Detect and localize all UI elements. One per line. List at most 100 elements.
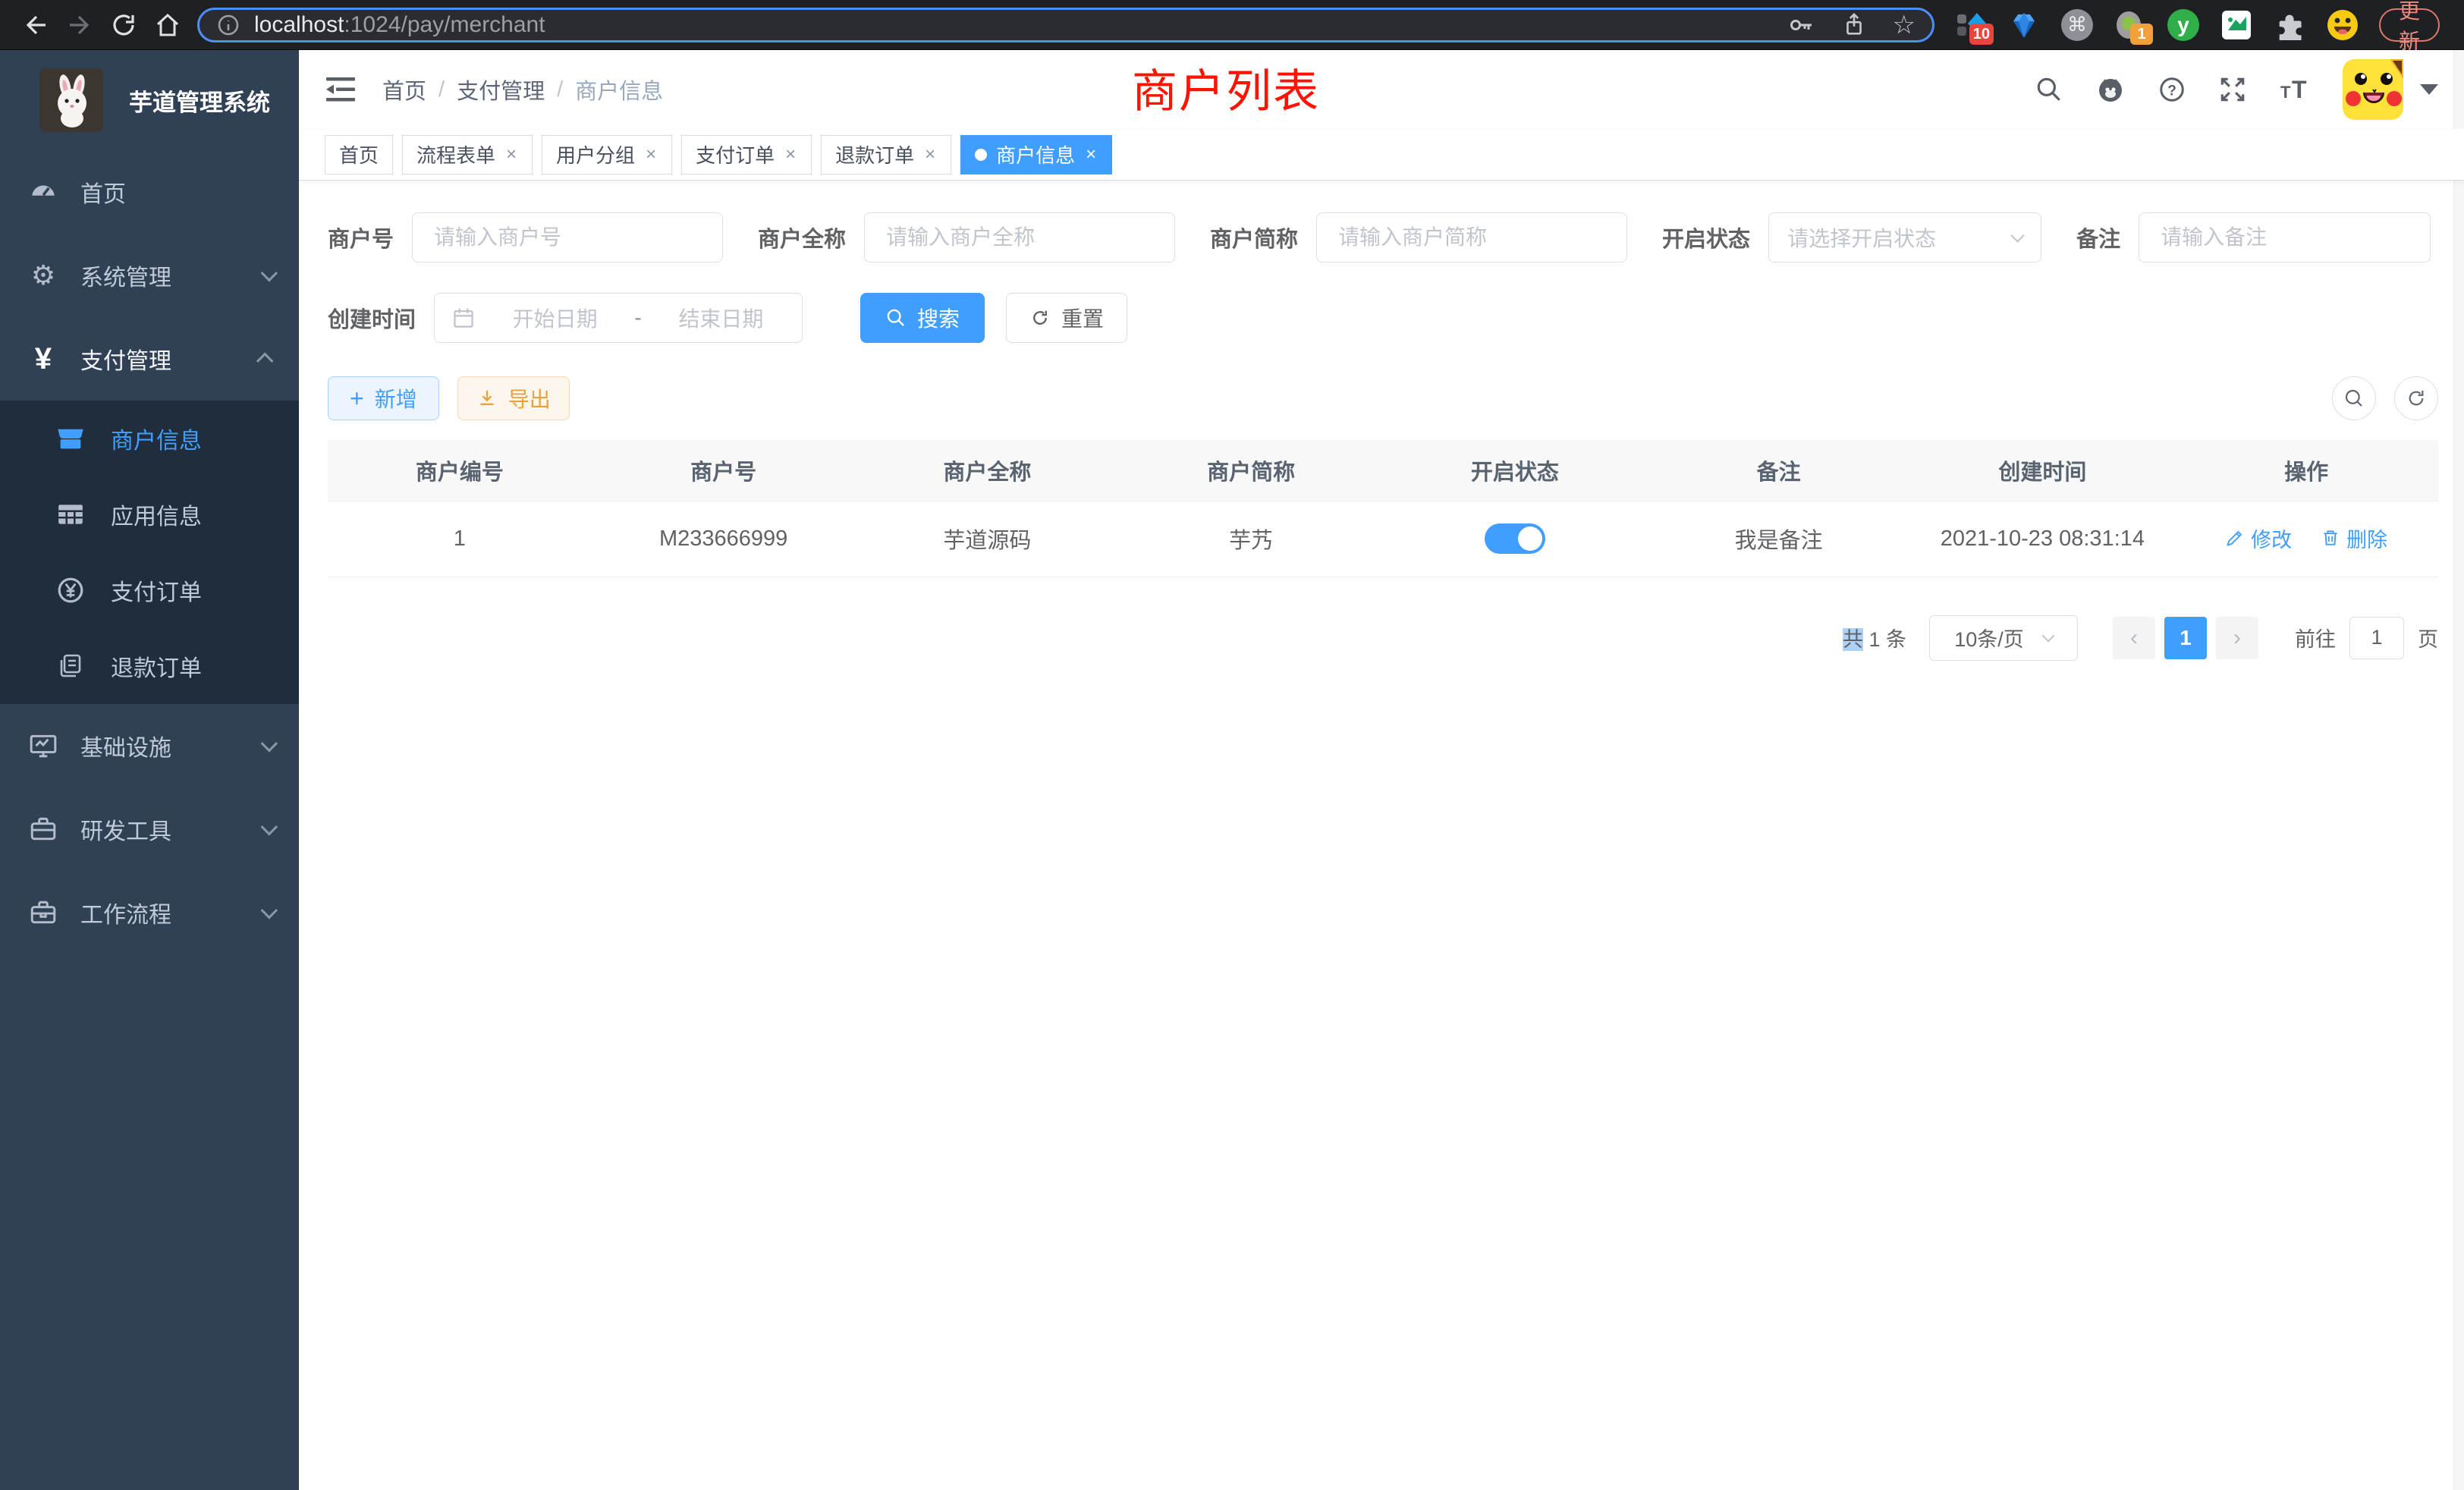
search-button[interactable]: 搜索	[860, 293, 985, 343]
page-scrollbar[interactable]	[2453, 50, 2464, 1490]
tab-process-form[interactable]: 流程表单×	[402, 135, 533, 174]
bookmark-star-icon[interactable]: ☆	[1893, 12, 1916, 38]
tab-pay-order[interactable]: 支付订单×	[681, 135, 812, 174]
field-label: 开启状态	[1662, 222, 1750, 253]
close-icon[interactable]: ×	[784, 144, 797, 165]
site-info-icon[interactable]	[216, 13, 240, 37]
page-word: 页	[2418, 623, 2438, 652]
extension-command-icon[interactable]: ⌘	[2060, 8, 2094, 42]
tab-merchant-info[interactable]: 商户信息×	[960, 135, 1112, 174]
short-name-input[interactable]	[1316, 212, 1627, 262]
url-bar[interactable]: localhost:1024/pay/merchant ☆	[197, 8, 1934, 42]
sidebar-item-payment[interactable]: ¥ 支付管理	[0, 317, 299, 401]
refresh-button[interactable]	[2394, 376, 2438, 420]
page-size-select[interactable]: 10条/页	[1929, 615, 2078, 661]
status-toggle[interactable]	[1485, 523, 1545, 554]
field-label: 商户简称	[1210, 222, 1298, 253]
sidebar-fold-icon[interactable]	[325, 76, 357, 103]
extension-profile-icon[interactable]: 1	[2114, 8, 2147, 42]
date-range-picker[interactable]: 开始日期 - 结束日期	[434, 293, 803, 343]
sidebar-item-pay-order[interactable]: 支付订单	[0, 552, 299, 628]
remark-input[interactable]	[2139, 212, 2431, 262]
sidebar-item-workflow[interactable]: 工作流程	[0, 871, 299, 954]
close-icon[interactable]: ×	[1084, 144, 1098, 165]
extension-diamond-icon[interactable]: 10	[1954, 8, 1988, 42]
sidebar-item-home[interactable]: 首页	[0, 150, 299, 234]
delete-link[interactable]: 删除	[2321, 523, 2387, 553]
browser-home-icon[interactable]	[146, 3, 190, 47]
font-size-icon[interactable]: TT	[2279, 75, 2311, 104]
extensions-puzzle-icon[interactable]	[2273, 8, 2306, 42]
browser-toolbar: localhost:1024/pay/merchant ☆ 10 ⌘ 1 y	[0, 0, 2464, 50]
browser-update-button[interactable]: 更新	[2379, 8, 2440, 42]
cell-merchant-no: M233666999	[592, 501, 856, 577]
sidebar-item-infra[interactable]: 基础设施	[0, 704, 299, 787]
sidebar-logo-block[interactable]: 芋道管理系统	[0, 50, 299, 150]
monitor-icon	[26, 731, 61, 760]
total-text: 共 1 条	[1843, 623, 1906, 652]
edit-link[interactable]: 修改	[2225, 523, 2292, 553]
cell-status	[1383, 501, 1647, 577]
extension-gem-icon[interactable]	[2007, 8, 2041, 42]
sidebar-item-label: 系统管理	[80, 259, 171, 292]
cell-full-name: 芋道源码	[856, 501, 1120, 577]
filter-row-1: 商户号 商户全称 商户简称 开启状态 请选择开启状态	[328, 212, 2438, 262]
github-icon[interactable]	[2095, 74, 2126, 105]
full-name-input[interactable]	[864, 212, 1175, 262]
filter-merchant-no: 商户号	[328, 212, 723, 262]
table-row: 1 M233666999 芋道源码 芋艿 我是备注 2021-10-23 08:…	[328, 501, 2438, 577]
extension-sheet-icon[interactable]	[2220, 8, 2253, 42]
share-icon[interactable]	[1841, 12, 1867, 38]
reset-button[interactable]: 重置	[1006, 293, 1127, 343]
annotation-title: 商户列表	[1132, 55, 1320, 121]
col-full-name: 商户全称	[856, 440, 1120, 501]
filter-full-name: 商户全称	[758, 212, 1175, 262]
sidebar: 芋道管理系统 首页 ⚙ 系统管理 ¥ 支付管理 商户信息	[0, 50, 299, 1490]
merchant-no-input[interactable]	[412, 212, 723, 262]
export-button[interactable]: 导出	[457, 376, 570, 420]
merchant-table: 商户编号 商户号 商户全称 商户简称 开启状态 备注 创建时间 操作 1 M23…	[328, 440, 2438, 577]
password-key-icon[interactable]	[1788, 11, 1815, 39]
top-navbar: 首页 / 支付管理 / 商户信息 ?	[299, 50, 2464, 129]
add-button[interactable]: + 新增	[328, 376, 439, 420]
browser-avatar-icon[interactable]	[2326, 8, 2359, 42]
user-avatar-menu[interactable]	[2343, 59, 2438, 120]
next-page-button[interactable]: ›	[2216, 617, 2258, 659]
tab-home[interactable]: 首页	[325, 135, 393, 174]
sidebar-item-merchant-info[interactable]: 商户信息	[0, 401, 299, 476]
close-icon[interactable]: ×	[504, 144, 518, 165]
status-select[interactable]: 请选择开启状态	[1768, 212, 2041, 262]
goto-page-input[interactable]	[2349, 617, 2404, 659]
tab-user-group[interactable]: 用户分组×	[542, 135, 672, 174]
close-icon[interactable]: ×	[644, 144, 658, 165]
tab-refund-order[interactable]: 退款订单×	[821, 135, 951, 174]
filter-status: 开启状态 请选择开启状态	[1662, 212, 2041, 262]
help-icon[interactable]: ?	[2158, 75, 2186, 104]
sidebar-item-label: 退款订单	[111, 649, 202, 683]
sidebar-item-refund-order[interactable]: 退款订单	[0, 628, 299, 704]
search-icon[interactable]	[2035, 75, 2063, 104]
breadcrumb-current: 商户信息	[575, 74, 663, 105]
prev-page-button[interactable]: ‹	[2113, 617, 2155, 659]
close-icon[interactable]: ×	[923, 144, 937, 165]
hide-search-button[interactable]	[2332, 376, 2376, 420]
fullscreen-icon[interactable]	[2218, 75, 2247, 104]
sidebar-item-devtools[interactable]: 研发工具	[0, 787, 299, 871]
pagination: 共 1 条 10条/页 ‹ 1 › 前往 页	[328, 615, 2438, 661]
col-actions: 操作	[2174, 440, 2438, 501]
breadcrumb-section[interactable]: 支付管理	[457, 74, 545, 105]
extension-area: 10 ⌘ 1 y	[1954, 8, 2359, 42]
start-date-placeholder: 开始日期	[491, 303, 619, 333]
browser-forward-icon[interactable]	[58, 3, 102, 47]
browser-menu-icon[interactable]: ⋮	[2455, 10, 2464, 40]
page-number-button[interactable]: 1	[2164, 617, 2207, 659]
extension-y-icon[interactable]: y	[2167, 8, 2200, 42]
browser-back-icon[interactable]	[14, 3, 58, 47]
sidebar-item-label: 工作流程	[80, 896, 171, 929]
toolbar-right	[2332, 376, 2438, 420]
sidebar-item-app-info[interactable]: 应用信息	[0, 476, 299, 552]
browser-reload-icon[interactable]	[102, 3, 146, 47]
svg-text:?: ?	[2167, 83, 2176, 99]
breadcrumb-home[interactable]: 首页	[382, 74, 426, 105]
sidebar-item-system[interactable]: ⚙ 系统管理	[0, 234, 299, 317]
